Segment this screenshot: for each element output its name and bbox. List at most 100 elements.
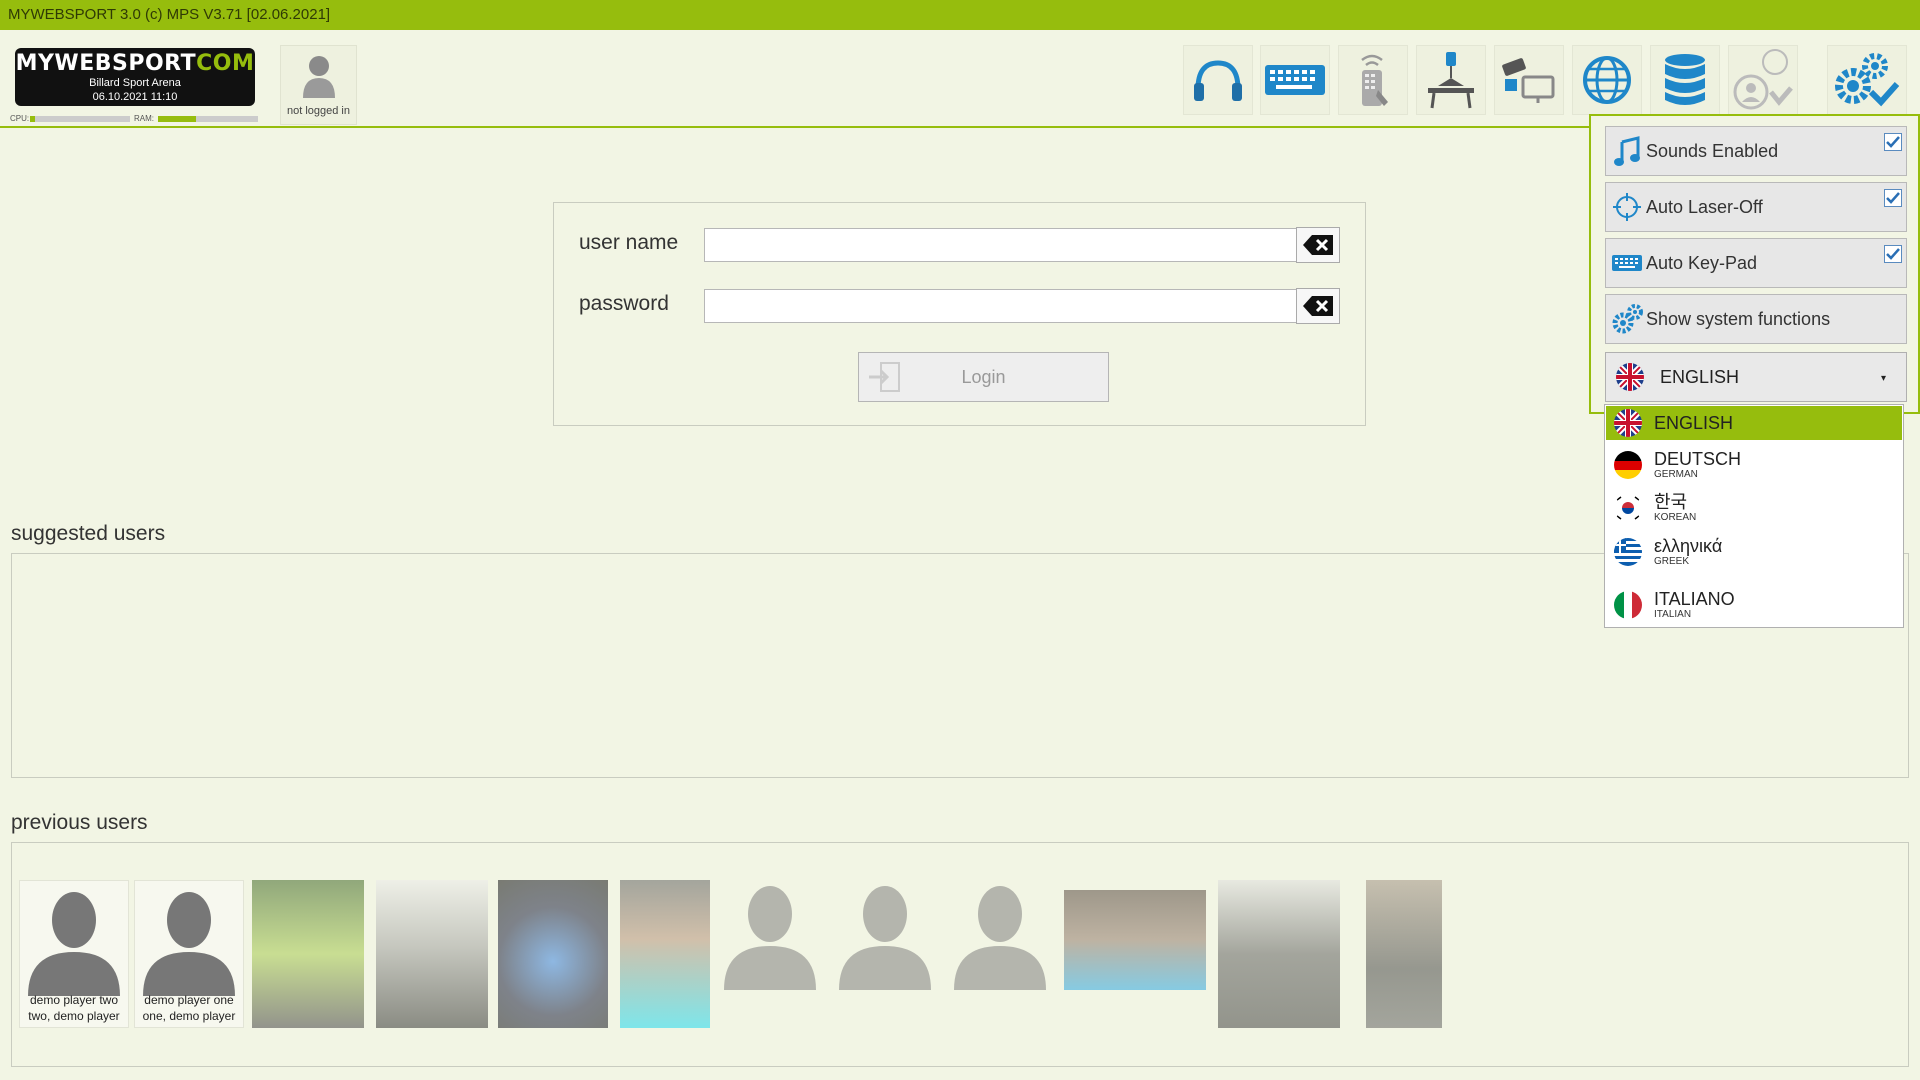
user-silhouette-icon [724, 886, 816, 990]
user-card-demo-player-one[interactable]: demo player one one, demo player [134, 880, 244, 1028]
suggested-users-label: suggested users [11, 522, 166, 545]
network-button[interactable] [1572, 45, 1642, 115]
logo-venue: Billard Sport Arena [89, 77, 181, 89]
login-status-text: not logged in [287, 105, 350, 117]
user-card-demo-player-two[interactable]: demo player two two, demo player [19, 880, 129, 1028]
checkmark-icon [1886, 136, 1900, 148]
user-card-blurred[interactable] [376, 880, 488, 1028]
logo-datetime: 06.10.2021 11:10 [92, 91, 178, 103]
language-subtitle: ITALIAN [1654, 609, 1692, 620]
user-card-blurred[interactable] [835, 880, 935, 1028]
cpu-meter [30, 116, 130, 122]
audio-button[interactable] [1183, 45, 1253, 115]
language-name: ελληνικά [1654, 536, 1723, 556]
language-select-value: ENGLISH [1660, 366, 1740, 387]
sounds-enabled-option[interactable]: Sounds Enabled [1605, 126, 1907, 176]
user-card-blurred[interactable] [620, 880, 710, 1028]
auto-key-pad-checkbox[interactable] [1884, 245, 1902, 263]
user-card-line1: demo player two [29, 993, 119, 1007]
user-card-blurred[interactable] [1366, 880, 1442, 1028]
language-name: ITALIANO [1654, 589, 1735, 609]
user-card-blurred[interactable] [720, 880, 820, 1028]
language-option-deutsch[interactable]: DEUTSCH GERMAN [1606, 445, 1902, 485]
auto-key-pad-option[interactable]: Auto Key-Pad [1605, 238, 1907, 288]
greek-flag-icon [1614, 538, 1642, 566]
user-card-blurred[interactable] [1064, 890, 1206, 990]
title-bar: MYWEBSPORT 3.0 (c) MPS V3.71 [02.06.2021… [0, 0, 1920, 30]
camera-monitor-icon [1502, 58, 1555, 103]
sounds-enabled-checkbox[interactable] [1884, 133, 1902, 151]
database-button[interactable] [1650, 45, 1720, 115]
checkmark-icon [1886, 192, 1900, 204]
logo-brand-suffix: COM [196, 51, 255, 76]
user-silhouette-icon [143, 892, 235, 996]
backspace-clear-icon [1303, 296, 1333, 316]
password-input[interactable] [704, 289, 1318, 323]
clear-username-button[interactable] [1296, 227, 1340, 263]
login-button[interactable]: Login [858, 352, 1109, 402]
setting-label: Auto Laser-Off [1646, 196, 1763, 217]
username-input[interactable] [704, 228, 1318, 262]
logo-brand-main: MYWEBSPORT [15, 51, 197, 76]
keyboard-icon [1612, 255, 1642, 271]
setting-label: Sounds Enabled [1646, 140, 1779, 161]
user-silhouette-icon [28, 892, 120, 996]
language-subtitle: KOREAN [1654, 512, 1697, 523]
login-form: user name password Login [553, 202, 1366, 426]
user-check-icon [1733, 49, 1793, 110]
settings-button[interactable] [1827, 45, 1907, 115]
app-logo: MYWEBSPORTCOM Billard Sport Arena 06.10.… [15, 48, 255, 106]
camera-button[interactable] [1494, 45, 1564, 115]
ram-label: RAM: [134, 114, 154, 123]
previous-users-label: previous users [11, 811, 148, 834]
language-name: ENGLISH [1654, 413, 1734, 433]
login-button-label: Login [961, 366, 1006, 387]
auto-laser-off-option[interactable]: Auto Laser-Off [1605, 182, 1907, 232]
user-silhouette-icon [954, 886, 1046, 990]
setting-label: Show system functions [1646, 308, 1831, 329]
user-avatar-icon [302, 56, 335, 98]
clear-password-button[interactable] [1296, 288, 1340, 324]
user-card-line2: one, demo player [142, 1009, 236, 1023]
ram-meter [158, 116, 258, 122]
uk-flag-icon [1614, 409, 1642, 437]
show-system-functions-option[interactable]: Show system functions [1605, 294, 1907, 344]
korean-flag-icon [1614, 494, 1642, 522]
table-lamp-icon [1428, 52, 1474, 109]
user-status-button[interactable]: not logged in [280, 45, 357, 125]
keyboard-icon [1265, 65, 1325, 95]
crosshair-icon [1613, 193, 1641, 221]
user-card-blurred[interactable] [498, 880, 608, 1028]
german-flag-icon [1614, 451, 1642, 479]
user-card-blurred[interactable] [950, 880, 1050, 1028]
headphones-icon [1194, 60, 1242, 101]
language-option-italiano[interactable]: ITALIANO ITALIAN [1606, 585, 1902, 625]
gears-check-icon [1835, 53, 1900, 107]
uk-flag-icon [1616, 363, 1644, 391]
user-card-line2: two, demo player [28, 1009, 120, 1023]
cpu-label: CPU: [10, 114, 30, 123]
language-list: ENGLISH DEUTSCH GERMAN 한국 KOREAN ελληνικά G… [1604, 404, 1904, 628]
user-card-blurred[interactable] [252, 880, 364, 1028]
keyboard-button[interactable] [1260, 45, 1330, 115]
dropdown-caret-icon: ▾ [1880, 373, 1886, 384]
italian-flag-icon [1614, 591, 1642, 619]
language-subtitle: GREEK [1654, 556, 1690, 567]
auto-laser-off-checkbox[interactable] [1884, 189, 1902, 207]
language-option-greek[interactable]: ελληνικά GREEK [1606, 531, 1902, 573]
language-name: DEUTSCH [1654, 449, 1742, 469]
username-label: user name [579, 231, 679, 254]
login-enter-icon [869, 362, 900, 392]
user-card-blurred[interactable] [1218, 880, 1340, 1028]
language-option-korean[interactable]: 한국 KOREAN [1606, 487, 1902, 529]
language-name: 한국 [1654, 492, 1688, 512]
language-select[interactable]: ENGLISH ▾ [1605, 352, 1907, 402]
remote-control-icon [1361, 54, 1388, 106]
table-button[interactable] [1416, 45, 1486, 115]
user-card-line1: demo player one [144, 993, 234, 1007]
user-check-button[interactable] [1728, 45, 1798, 115]
user-silhouette-icon [839, 886, 931, 990]
database-icon [1665, 54, 1705, 105]
remote-button[interactable] [1338, 45, 1408, 115]
language-option-english[interactable]: ENGLISH [1606, 406, 1902, 440]
